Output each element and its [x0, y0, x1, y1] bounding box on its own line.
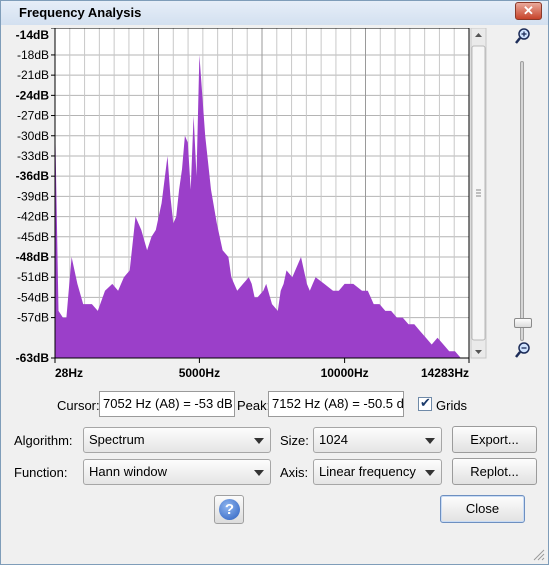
function-label: Function: — [14, 465, 68, 480]
cursor-label: Cursor: — [57, 398, 100, 413]
help-icon: ? — [219, 499, 240, 520]
algorithm-select[interactable]: Spectrum — [83, 427, 271, 453]
y-tick-label: -57dB — [17, 311, 49, 325]
peak-label: Peak: — [237, 398, 271, 413]
y-tick-label: -39dB — [17, 189, 49, 203]
chevron-down-icon — [254, 470, 264, 476]
y-tick-label: -30dB — [17, 129, 49, 143]
y-tick-label: -24dB — [16, 88, 50, 102]
axis-label: Axis: — [280, 465, 309, 480]
zoom-controls — [506, 27, 546, 367]
resize-grip-icon[interactable] — [531, 547, 545, 561]
function-select[interactable]: Hann window — [83, 459, 271, 485]
y-tick-label: -27dB — [17, 109, 49, 123]
y-tick-label: -33dB — [17, 149, 49, 163]
cursor-readout-field[interactable]: 7052 Hz (A8) = -53 dB — [99, 391, 235, 417]
function-value: Hann window — [89, 464, 168, 479]
size-select[interactable]: 1024 — [313, 427, 442, 453]
vertical-scrollbar[interactable] — [470, 28, 487, 359]
zoom-slider-thumb[interactable] — [514, 318, 532, 328]
chevron-down-icon — [425, 470, 435, 476]
algorithm-value: Spectrum — [89, 432, 145, 447]
help-button[interactable]: ? — [214, 495, 244, 524]
y-tick-label: -18dB — [17, 48, 49, 62]
y-tick-label: -63dB — [16, 351, 50, 365]
algorithm-label: Algorithm: — [14, 433, 73, 448]
spectrum-chart[interactable]: -14dB -18dB -21dB -24dB -27dB -30dB -33dB -36dB… — [7, 28, 488, 381]
axis-value: Linear frequency — [319, 464, 416, 479]
y-tick-label: -48dB — [16, 250, 50, 264]
x-tick-label: 28Hz — [55, 366, 83, 380]
grids-label: Grids — [436, 398, 468, 413]
zoom-in-icon[interactable] — [514, 27, 532, 45]
frequency-analysis-window: Frequency Analysis ✕ -14dB -18dB -21dB -24d… — [0, 0, 549, 565]
chevron-down-icon — [254, 438, 264, 444]
grids-checkbox[interactable]: ✔ — [418, 395, 432, 411]
replot-button[interactable]: Replot... — [452, 458, 537, 485]
size-label: Size: — [280, 433, 309, 448]
chevron-down-icon — [425, 438, 435, 444]
peak-readout-field[interactable]: 7152 Hz (A8) = -50.5 dB — [268, 391, 404, 417]
y-tick-label: -14dB — [16, 28, 50, 42]
window-title: Frequency Analysis — [19, 5, 142, 20]
axis-select[interactable]: Linear frequency — [313, 459, 442, 485]
y-tick-label: -36dB — [16, 169, 50, 183]
close-button[interactable]: Close — [440, 495, 525, 523]
title-bar[interactable]: Frequency Analysis ✕ — [1, 1, 548, 25]
x-tick-label: 10000Hz — [321, 366, 369, 380]
export-button[interactable]: Export... — [452, 426, 537, 453]
size-value: 1024 — [319, 432, 348, 447]
zoom-slider-track[interactable] — [520, 61, 524, 341]
checkmark-icon: ✔ — [420, 395, 431, 410]
y-tick-label: -45dB — [17, 230, 49, 244]
y-tick-label: -42dB — [17, 210, 49, 224]
spectrum-plot[interactable]: -14dB -18dB -21dB -24dB -27dB -30dB -33dB -36dB… — [7, 28, 488, 381]
y-tick-label: -54dB — [17, 290, 49, 304]
y-tick-label: -21dB — [17, 68, 49, 82]
x-tick-label: 5000Hz — [179, 366, 220, 380]
y-tick-label: -51dB — [17, 270, 49, 284]
x-tick-label: 14283Hz — [421, 366, 469, 380]
window-close-button[interactable]: ✕ — [515, 2, 542, 20]
zoom-out-icon[interactable] — [514, 341, 532, 359]
